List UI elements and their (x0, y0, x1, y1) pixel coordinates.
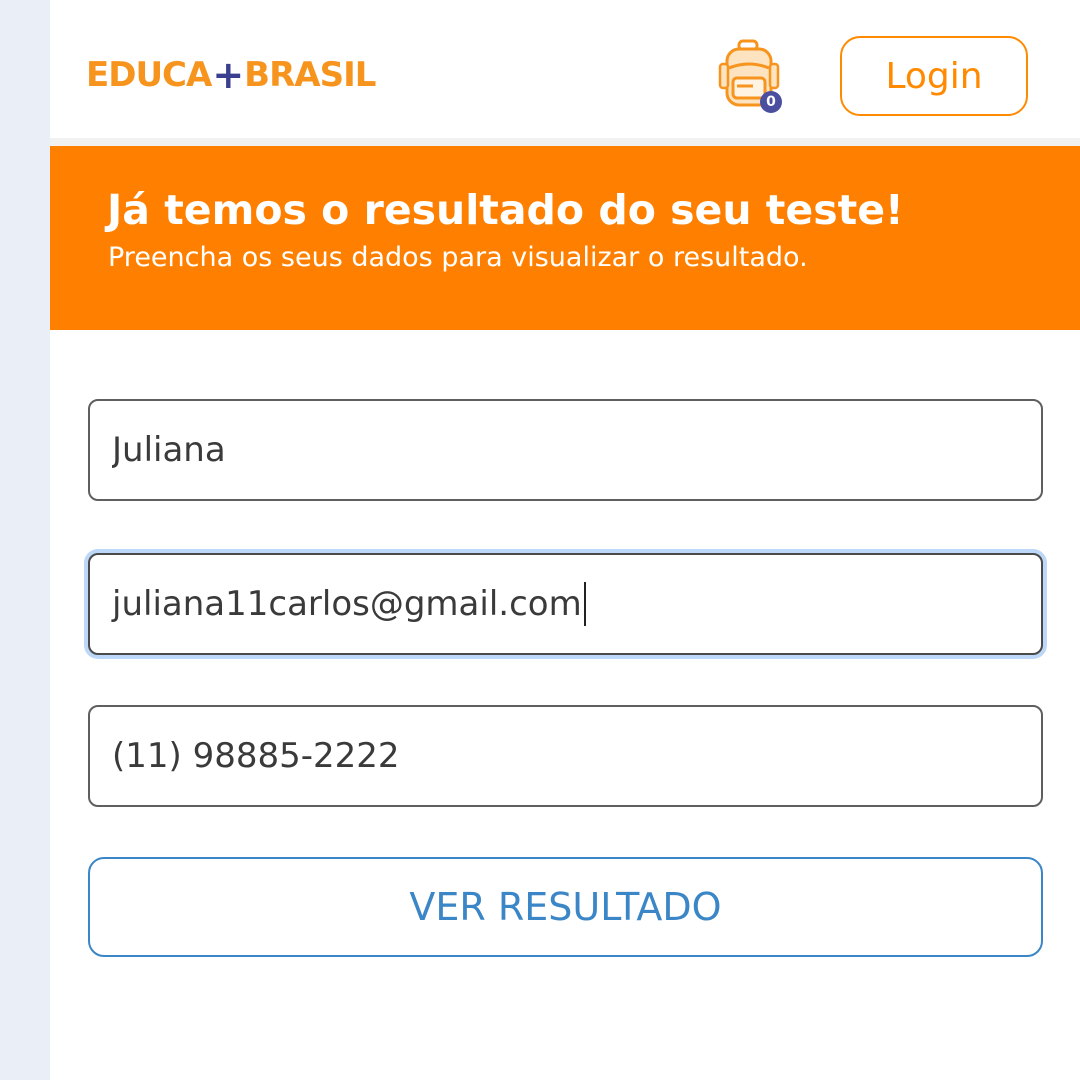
email-input-value[interactable]: juliana11carlos@gmail.com (112, 584, 582, 624)
content-panel: EDUCA + BRASIL 0 Login Já temos o result… (50, 0, 1080, 1080)
left-background-strip (0, 0, 50, 1080)
logo-text-brasil: BRASIL (244, 55, 376, 95)
login-button[interactable]: Login (840, 36, 1028, 116)
email-input-wrap[interactable]: juliana11carlos@gmail.com (112, 582, 586, 626)
backpack-cart-button[interactable]: 0 (715, 38, 785, 114)
name-input[interactable] (112, 430, 1041, 470)
text-caret (583, 582, 586, 626)
result-banner: Já temos o resultado do seu teste! Preen… (50, 146, 1080, 330)
view-result-button[interactable]: VER RESULTADO (88, 857, 1043, 957)
phone-input[interactable] (112, 736, 1041, 776)
banner-subtitle: Preencha os seus dados para visualizar o… (108, 242, 808, 273)
header: EDUCA + BRASIL 0 Login (50, 0, 1080, 138)
name-field[interactable] (88, 399, 1043, 501)
header-divider (50, 138, 1080, 146)
phone-field[interactable] (88, 705, 1043, 807)
email-field[interactable]: juliana11carlos@gmail.com (88, 553, 1043, 655)
logo-plus: + (212, 53, 244, 97)
educa-brasil-logo[interactable]: EDUCA + BRASIL (86, 53, 376, 97)
banner-title: Já temos o resultado do seu teste! (107, 186, 904, 234)
cart-count-badge: 0 (766, 94, 776, 110)
logo-text-educa: EDUCA (86, 55, 212, 95)
